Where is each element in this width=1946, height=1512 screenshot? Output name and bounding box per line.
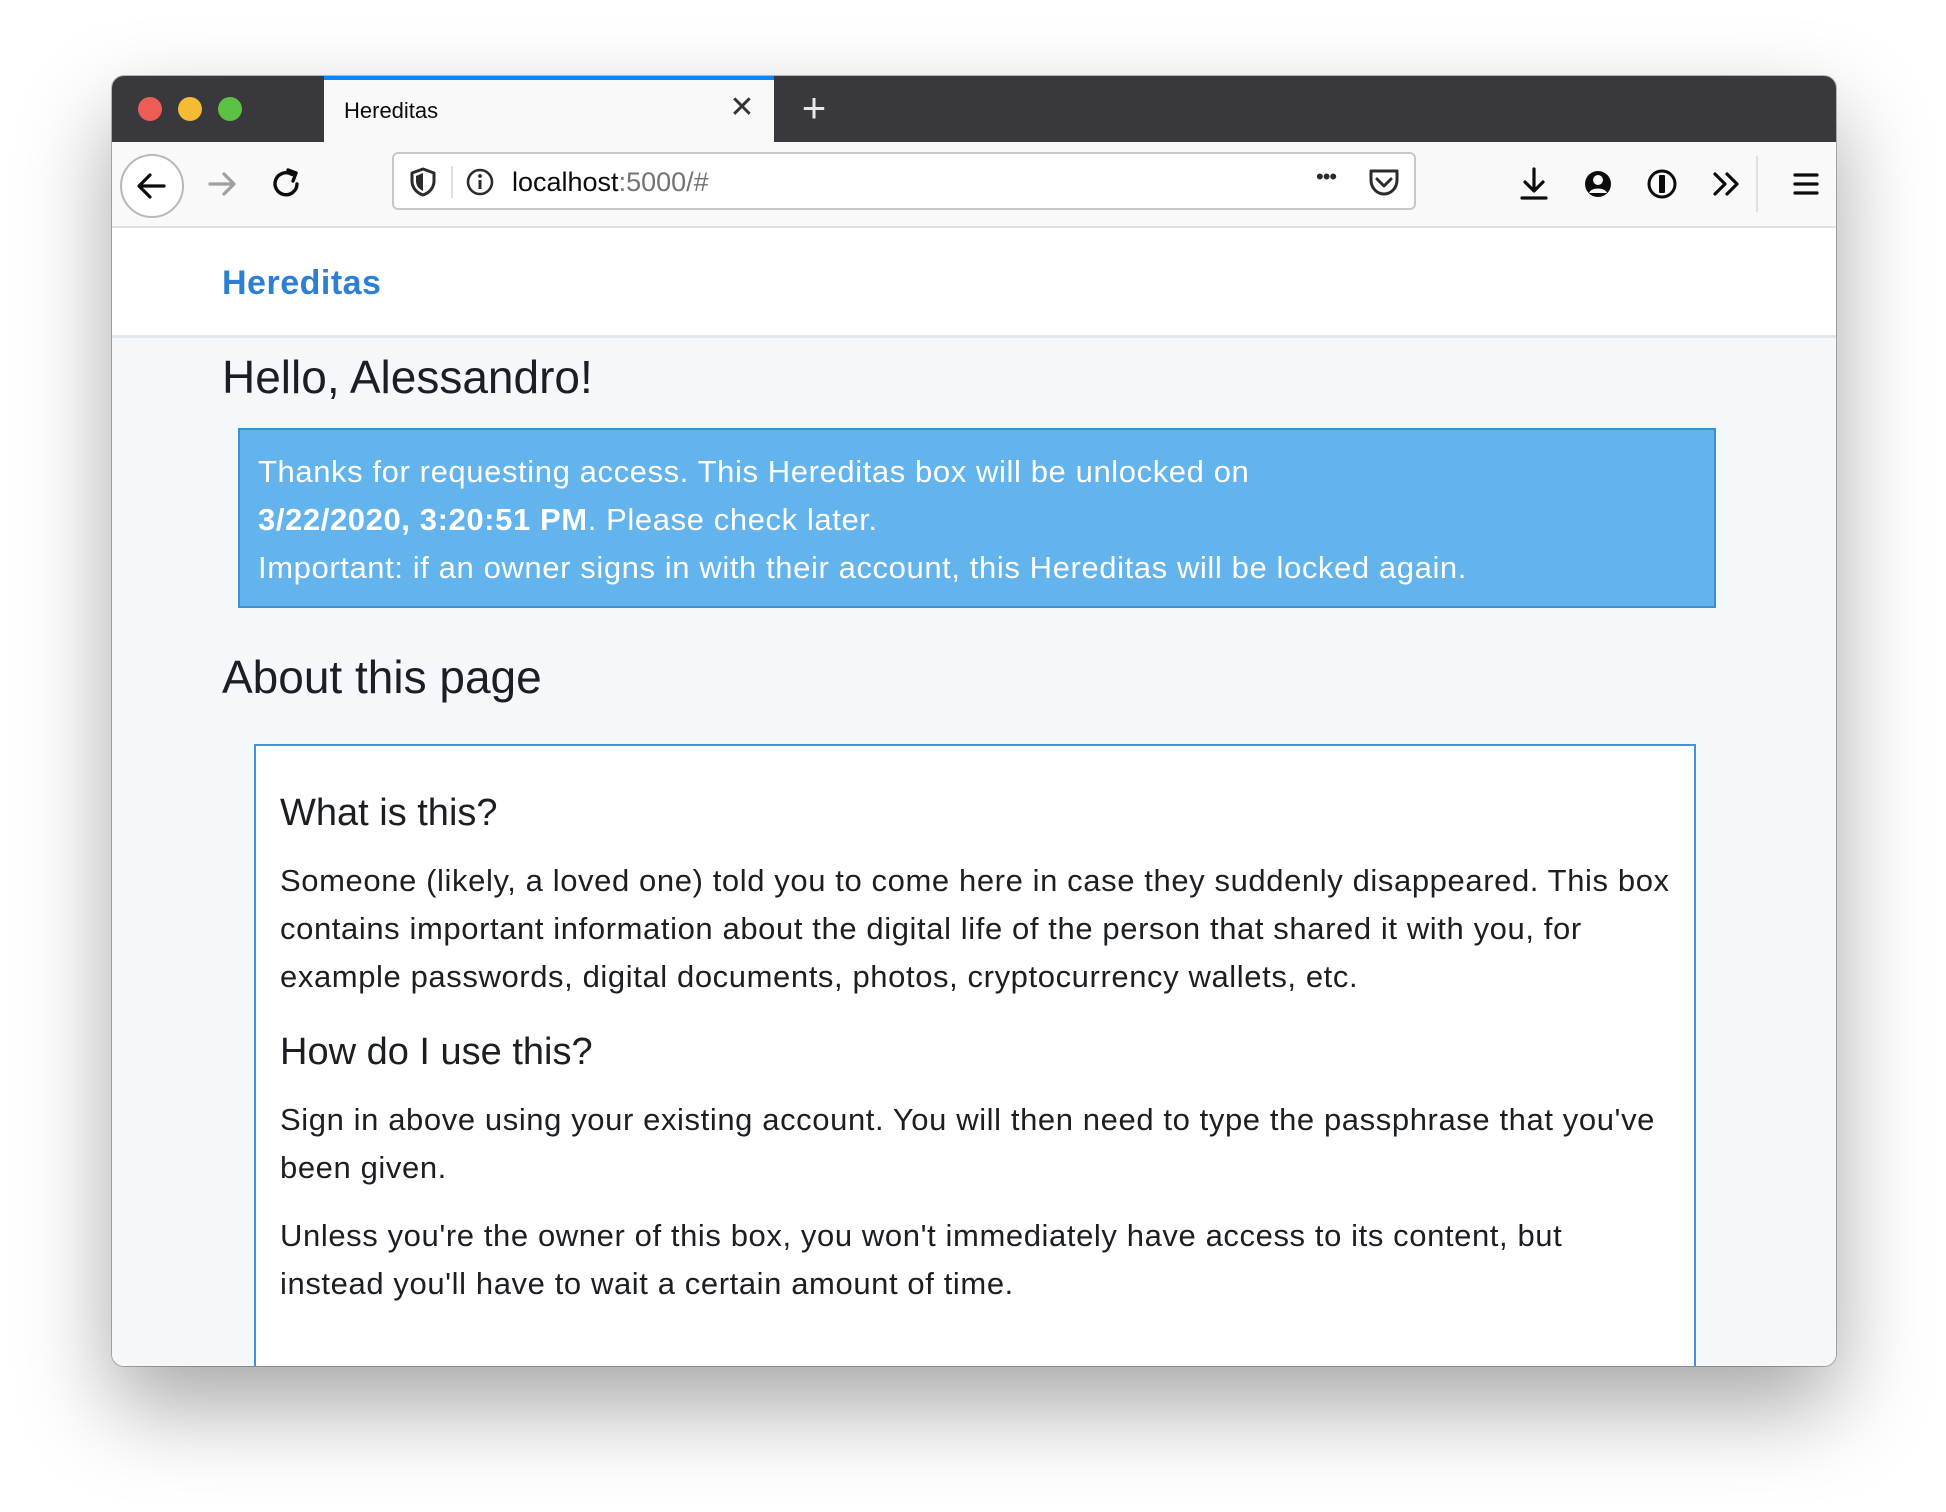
back-button[interactable]: [120, 154, 184, 218]
hamburger-menu-icon[interactable]: [1786, 164, 1826, 204]
browser-window: Hereditas ✕ + localhost:5000/# ••• Hered…: [112, 76, 1836, 1366]
about-heading: About this page: [222, 651, 542, 703]
site-header: Hereditas: [112, 228, 1836, 338]
alert-text-2: . Please check later.: [587, 502, 878, 537]
overflow-icon[interactable]: [1706, 164, 1746, 204]
alert-text-3: Important: if an owner signs in with the…: [258, 550, 1467, 585]
section-paragraph: Someone (likely, a loved one) told you t…: [280, 863, 1670, 994]
shield-icon[interactable]: [408, 166, 438, 198]
close-window-button[interactable]: [138, 97, 162, 121]
forward-arrow-icon[interactable]: [202, 164, 242, 204]
section-paragraph: Unless you're the owner of this box, you…: [280, 1218, 1563, 1301]
about-card: What is this? Someone (likely, a loved o…: [254, 744, 1696, 1366]
info-icon[interactable]: [464, 166, 496, 198]
brand-link[interactable]: Hereditas: [222, 264, 381, 303]
zoom-window-button[interactable]: [218, 97, 242, 121]
address-bar[interactable]: localhost:5000/# •••: [392, 152, 1416, 210]
greeting-heading: Hello, Alessandro!: [222, 351, 593, 403]
alert-unlock-date: 3/22/2020, 3:20:51 PM: [258, 502, 588, 537]
page-actions-icon[interactable]: •••: [1316, 164, 1337, 190]
page-viewport: Hereditas Hello, Alessandro! Thanks for …: [112, 228, 1836, 1366]
section-paragraph: Sign in above using your existing accoun…: [280, 1102, 1656, 1185]
navigation-toolbar: localhost:5000/# •••: [112, 142, 1836, 228]
close-tab-icon[interactable]: ✕: [728, 93, 756, 123]
download-icon[interactable]: [1514, 164, 1554, 204]
access-request-alert: Thanks for requesting access. This Hered…: [238, 428, 1716, 608]
url-path: :5000/#: [618, 167, 709, 197]
minimize-window-button[interactable]: [178, 97, 202, 121]
url-host: localhost: [512, 167, 619, 197]
alert-text-1: Thanks for requesting access. This Hered…: [258, 454, 1250, 489]
pocket-icon[interactable]: [1366, 165, 1402, 199]
tab-hereditas[interactable]: Hereditas ✕: [324, 76, 774, 142]
section-heading-what: What is this?: [280, 792, 498, 834]
section-heading-how: How do I use this?: [280, 1031, 593, 1073]
tab-title: Hereditas: [344, 98, 439, 123]
toolbar-separator: [1756, 156, 1758, 212]
account-icon[interactable]: [1578, 164, 1618, 204]
new-tab-button[interactable]: +: [792, 86, 836, 130]
reload-icon[interactable]: [266, 164, 306, 204]
url-text: localhost:5000/#: [512, 167, 709, 198]
password-manager-icon[interactable]: [1642, 164, 1682, 204]
url-separator: [451, 166, 453, 198]
back-arrow-icon: [137, 173, 166, 199]
tab-strip: Hereditas ✕ +: [112, 76, 1836, 142]
